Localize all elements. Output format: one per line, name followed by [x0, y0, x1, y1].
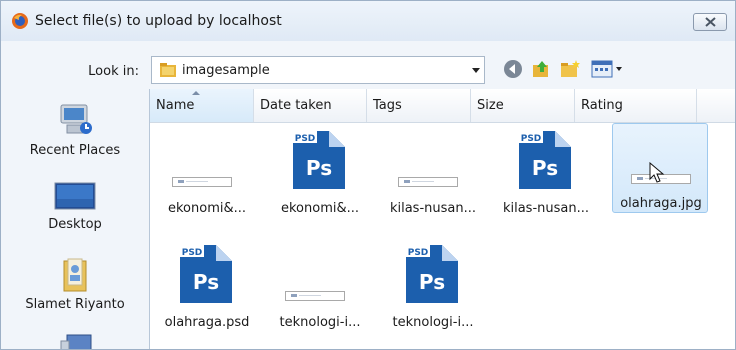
file-item[interactable]: teknologi-i...	[265, 239, 375, 349]
places-bar: Recent Places Desktop Slamet Riyanto	[1, 89, 149, 349]
close-icon	[705, 17, 716, 27]
file-upload-dialog: Select file(s) to upload by localhost Lo…	[0, 0, 736, 350]
file-item[interactable]: PSD Ps teknologi-i...	[378, 239, 488, 349]
photoshop-file-icon: PSD Ps	[180, 245, 232, 303]
look-in-value: imagesample	[182, 63, 270, 78]
psd-glyph-text: Ps	[306, 156, 332, 180]
psd-glyph-text: Ps	[532, 156, 558, 180]
folder-icon	[160, 63, 176, 77]
file-item-selected[interactable]: olahraga.jpg	[612, 123, 708, 213]
column-label: Name	[156, 98, 195, 113]
psd-badge-text: PSD	[182, 248, 203, 258]
look-in-dropdown[interactable]: imagesample	[151, 56, 485, 84]
view-menu-icon[interactable]	[591, 59, 625, 79]
dialog-title: Select file(s) to upload by localhost	[35, 13, 282, 29]
file-name: teknologi-i...	[392, 315, 474, 330]
image-thumbnail-icon	[172, 177, 232, 187]
recent-places-icon	[60, 104, 92, 134]
place-desktop[interactable]: Desktop	[1, 181, 149, 232]
column-label: Rating	[581, 98, 623, 113]
close-button[interactable]	[693, 13, 727, 31]
file-list: Name Date taken Tags Size Rating ekonomi…	[149, 89, 735, 349]
psd-badge-text: PSD	[295, 134, 316, 144]
column-label: Tags	[373, 98, 402, 113]
psd-glyph-text: Ps	[193, 270, 219, 294]
file-item[interactable]: ekonomi&...	[152, 125, 262, 235]
place-user-folder[interactable]: Slamet Riyanto	[1, 257, 149, 312]
column-label: Date taken	[260, 98, 332, 113]
column-name[interactable]: Name	[150, 89, 254, 122]
photoshop-file-icon: PSD Ps	[406, 245, 458, 303]
place-label: Slamet Riyanto	[25, 297, 125, 312]
photoshop-file-icon: PSD Ps	[519, 131, 571, 189]
up-folder-icon[interactable]	[531, 59, 551, 79]
file-item[interactable]: kilas-nusan...	[378, 125, 488, 235]
mouse-cursor-icon	[649, 162, 665, 183]
file-name: teknologi-i...	[279, 315, 361, 330]
image-thumbnail-icon	[398, 177, 458, 187]
user-folder-icon	[63, 258, 87, 292]
firefox-icon	[12, 13, 28, 29]
psd-badge-text: PSD	[521, 134, 542, 144]
sort-ascending-icon	[192, 91, 200, 95]
look-in-label: Look in:	[88, 64, 139, 79]
file-name: kilas-nusan...	[502, 201, 590, 216]
column-label: Size	[477, 98, 504, 113]
new-folder-icon[interactable]	[559, 59, 581, 79]
file-name: kilas-nusan...	[389, 201, 477, 216]
image-thumbnail-icon	[285, 291, 345, 301]
column-tags[interactable]: Tags	[367, 89, 471, 122]
place-label: Recent Places	[29, 143, 121, 158]
column-date-taken[interactable]: Date taken	[254, 89, 367, 122]
file-item[interactable]: PSD Ps ekonomi&...	[265, 125, 375, 235]
place-recent-places[interactable]: Recent Places	[1, 99, 149, 158]
column-size[interactable]: Size	[471, 89, 575, 122]
file-name: ekonomi&...	[280, 201, 360, 216]
file-name: olahraga.jpg	[620, 196, 702, 211]
place-label: Desktop	[48, 217, 102, 232]
file-name: olahraga.psd	[164, 315, 250, 330]
file-item[interactable]: PSD Ps olahraga.psd	[152, 239, 262, 349]
chevron-down-icon[interactable]	[472, 68, 480, 73]
title-bar: Select file(s) to upload by localhost	[1, 1, 735, 41]
column-header: Name Date taken Tags Size Rating	[150, 89, 735, 123]
psd-glyph-text: Ps	[419, 270, 445, 294]
back-icon[interactable]	[503, 59, 523, 79]
place-computer[interactable]	[1, 331, 149, 349]
file-item[interactable]: PSD Ps kilas-nusan...	[491, 125, 601, 235]
computer-icon	[60, 334, 92, 349]
photoshop-file-icon: PSD Ps	[293, 131, 345, 189]
desktop-icon	[54, 182, 96, 210]
psd-badge-text: PSD	[408, 248, 429, 258]
file-name: ekonomi&...	[167, 201, 247, 216]
column-rating[interactable]: Rating	[575, 89, 697, 122]
